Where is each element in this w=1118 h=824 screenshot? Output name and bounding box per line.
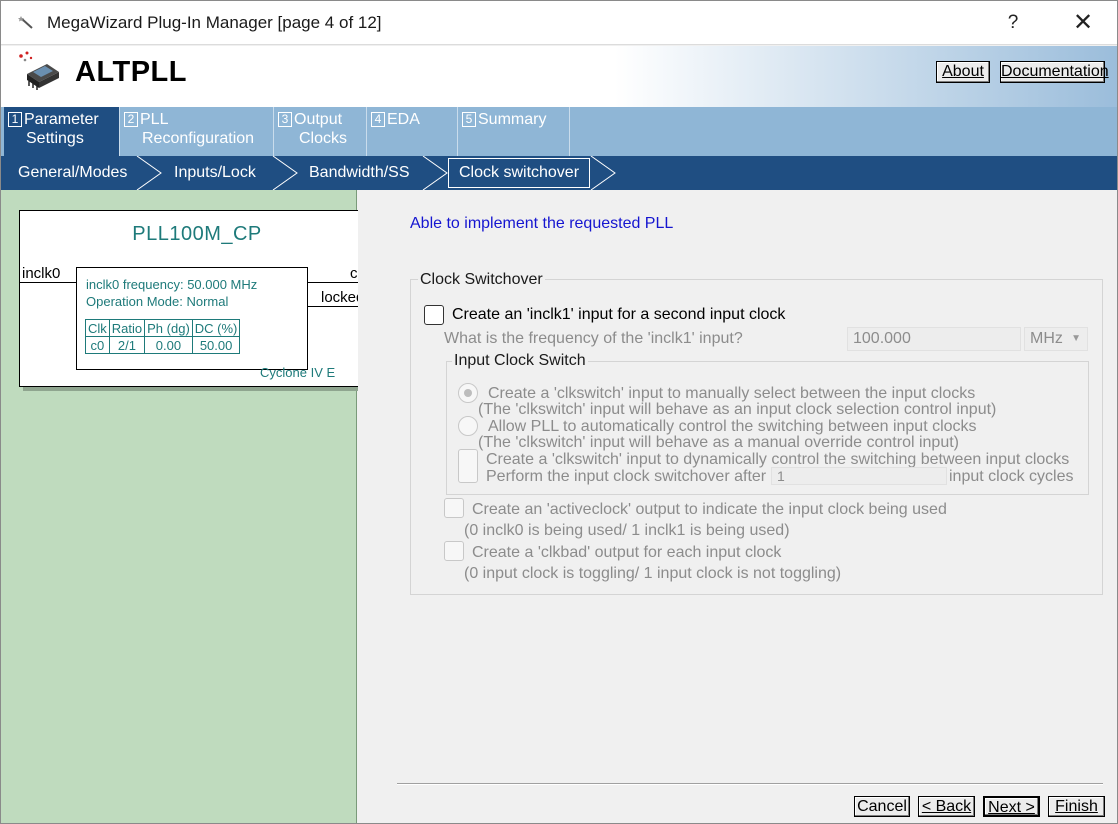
table-row: c0 2/1 0.00 50.00: [85, 336, 241, 354]
tab-label: EDA: [387, 111, 420, 128]
switchover-delay-label: Perform the input clock switchover after: [486, 468, 767, 485]
tab-label: Parameter: [24, 111, 99, 128]
selected-unit: MHz: [1030, 330, 1063, 347]
table-header-row: Clk Ratio Ph (dg) DC (%): [85, 319, 241, 337]
header-banner: ALTPLL About Documentation: [1, 46, 1117, 107]
mode-label: Operation Mode:: [86, 294, 183, 309]
activeclock-note: (0 inclk0 is being used/ 1 inclk1 is bei…: [464, 522, 790, 539]
subtab-inputs-lock[interactable]: Inputs/Lock: [174, 156, 256, 190]
close-button[interactable]: ✕: [1065, 9, 1101, 37]
help-button[interactable]: ?: [997, 9, 1029, 37]
tab-label: Settings: [26, 130, 84, 147]
clkbad-label: Create a 'clkbad' output for each input …: [472, 544, 782, 561]
clkbad-checkbox[interactable]: [444, 541, 464, 561]
chevron-right-icon: [272, 156, 298, 190]
megafunction-title: ALTPLL: [75, 56, 187, 88]
tab-label: Reconfiguration: [142, 130, 255, 147]
tab-parameter-settings[interactable]: 1 Parameter Settings: [4, 107, 120, 156]
tab-label: Summary: [478, 111, 547, 128]
table-header: Clk: [85, 319, 110, 337]
documentation-button[interactable]: Documentation: [1000, 61, 1109, 83]
pll-instance-name: PLL100M_CP: [132, 223, 262, 245]
device-family: Cyclone IV E: [260, 365, 336, 380]
window-title: MegaWizard Plug-In Manager [page 4 of 12…: [47, 13, 382, 32]
freq-value: 50.000 MHz: [187, 277, 258, 292]
megawizard-window: MegaWizard Plug-In Manager [page 4 of 12…: [0, 0, 1118, 824]
next-button[interactable]: Next >: [983, 796, 1040, 817]
symbol-preview-pane: PLL100M_CP inclk0 c0 locked inclk0 frequ…: [1, 190, 373, 823]
tab-number: 1: [8, 112, 22, 127]
pin-inclk0: inclk0: [22, 265, 61, 282]
table-cell: 0.00: [144, 336, 193, 354]
tab-number: 4: [371, 112, 385, 127]
status-message: Able to implement the requested PLL: [410, 215, 674, 232]
group-title: Input Clock Switch: [452, 352, 588, 370]
table-cell: 50.00: [191, 336, 241, 354]
frequency-unit-select[interactable]: MHz ▼: [1024, 327, 1088, 351]
switchover-cycles-unit: input clock cycles: [949, 468, 1074, 485]
table-cell: c0: [85, 336, 110, 354]
tab-label: Clocks: [299, 130, 348, 147]
tab-label: Output: [294, 111, 343, 128]
chevron-right-icon: [136, 156, 162, 190]
tab-pll-reconfiguration[interactable]: 2 PLL Reconfiguration: [121, 107, 274, 156]
tab-summary[interactable]: 5 Summary: [459, 107, 570, 156]
tab-label: PLL: [140, 111, 169, 128]
tab-number: 3: [278, 112, 292, 127]
about-button[interactable]: About: [936, 61, 990, 83]
manual-switch-radio[interactable]: [458, 383, 478, 403]
pin-line: [20, 282, 76, 283]
auto-switch-note: (The 'clkswitch' input will behave as a …: [478, 434, 959, 451]
title-bar: MegaWizard Plug-In Manager [page 4 of 12…: [1, 1, 1117, 45]
wizard-tabs: 1 Parameter Settings 2 PLL Reconfiguration…: [1, 107, 1117, 156]
cancel-button[interactable]: Cancel: [854, 796, 910, 817]
switchover-cycles-input[interactable]: 1: [771, 467, 947, 485]
create-inclk1-checkbox[interactable]: [424, 305, 444, 325]
pll-symbol: PLL100M_CP inclk0 c0 locked inclk0 frequ…: [19, 210, 373, 387]
inclk1-frequency-label: What is the frequency of the 'inclk1' in…: [444, 330, 743, 347]
footer-separator: [397, 783, 1103, 785]
tab-number: 2: [124, 112, 138, 127]
freq-label: inclk0 frequency:: [86, 277, 184, 292]
pll-info-box: inclk0 frequency: 50.000 MHz Operation M…: [76, 267, 308, 370]
mode-value: Normal: [186, 294, 229, 309]
finish-button[interactable]: Finish: [1048, 796, 1105, 817]
chevron-right-icon: [422, 156, 448, 190]
table-cell: 2/1: [108, 336, 146, 354]
tab-output-clocks[interactable]: 3 Output Clocks: [275, 107, 367, 156]
tab-number: 5: [462, 112, 476, 127]
sub-tabs: General/Modes Inputs/Lock Bandwidth/SS C…: [1, 156, 1117, 190]
table-header: Ph (dg): [144, 319, 193, 337]
create-inclk1-label: Create an 'inclk1' input for a second in…: [452, 306, 786, 323]
back-button[interactable]: < Back: [918, 796, 975, 817]
subtab-general-modes[interactable]: General/Modes: [18, 156, 127, 190]
group-title: Clock Switchover: [418, 271, 545, 289]
wand-icon: [18, 16, 33, 29]
megafunction-chip-icon: [19, 51, 59, 90]
auto-switch-radio[interactable]: [458, 416, 478, 436]
chevron-right-icon: [590, 156, 616, 190]
subtab-clock-switchover[interactable]: Clock switchover: [448, 158, 591, 188]
activeclock-checkbox[interactable]: [444, 498, 464, 518]
dynamic-switch-checkbox[interactable]: [458, 449, 478, 483]
activeclock-label: Create an 'activeclock' output to indica…: [472, 501, 947, 518]
table-header: Ratio: [108, 319, 146, 337]
inclk1-frequency-input[interactable]: 100.000: [847, 327, 1021, 351]
chevron-down-icon: ▼: [1071, 333, 1081, 344]
clkbad-note: (0 input clock is toggling/ 1 input cloc…: [464, 565, 842, 582]
table-header: DC (%): [191, 319, 241, 337]
tab-eda[interactable]: 4 EDA: [368, 107, 458, 156]
manual-switch-note: (The 'clkswitch' input will behave as an…: [478, 401, 997, 418]
output-clock-table: Clk Ratio Ph (dg) DC (%) c0 2/1 0.00 50.…: [85, 319, 241, 354]
subtab-bandwidth-ss[interactable]: Bandwidth/SS: [309, 156, 410, 190]
